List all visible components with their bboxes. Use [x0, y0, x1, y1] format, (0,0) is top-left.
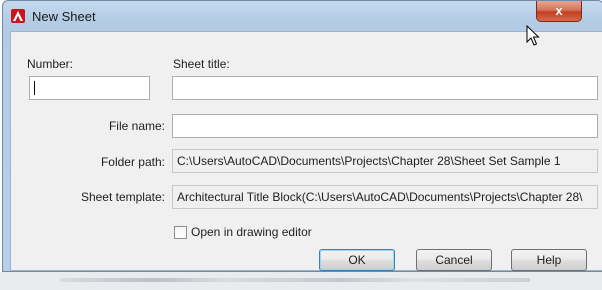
cancel-button[interactable]: Cancel [416, 249, 492, 271]
ok-button[interactable]: OK [319, 249, 395, 271]
help-button[interactable]: Help [511, 249, 587, 271]
file-name-label: File name: [108, 119, 165, 133]
text-caret [34, 81, 35, 95]
window-title: New Sheet [32, 9, 96, 24]
sheet-template-field: Architectural Title Block(C:\Users\AutoC… [172, 185, 598, 209]
folder-path-label: Folder path: [100, 155, 165, 169]
open-in-editor-checkbox[interactable] [174, 226, 187, 239]
mouse-pointer-icon [526, 25, 540, 46]
folder-path-field: C:\Users\AutoCAD\Documents\Projects\Chap… [172, 149, 598, 173]
number-label: Number: [27, 57, 74, 71]
sheet-title-label: Sheet title: [173, 57, 230, 71]
title-bar[interactable]: New Sheet x [3, 1, 602, 31]
file-name-field[interactable] [172, 114, 598, 138]
open-in-editor-label: Open in drawing editor [191, 225, 312, 239]
new-sheet-dialog: New Sheet x Number: Sheet title: File na… [2, 0, 602, 272]
number-field[interactable] [29, 76, 150, 100]
dialog-body: Number: Sheet title: File name: Folder p… [10, 31, 602, 271]
sheet-title-field[interactable] [172, 76, 598, 100]
close-icon: x [555, 3, 563, 18]
background-drawing-area [0, 272, 602, 290]
close-button[interactable]: x [536, 1, 582, 22]
autocad-logo-icon [11, 9, 25, 23]
sheet-template-label: Sheet template: [80, 190, 165, 204]
